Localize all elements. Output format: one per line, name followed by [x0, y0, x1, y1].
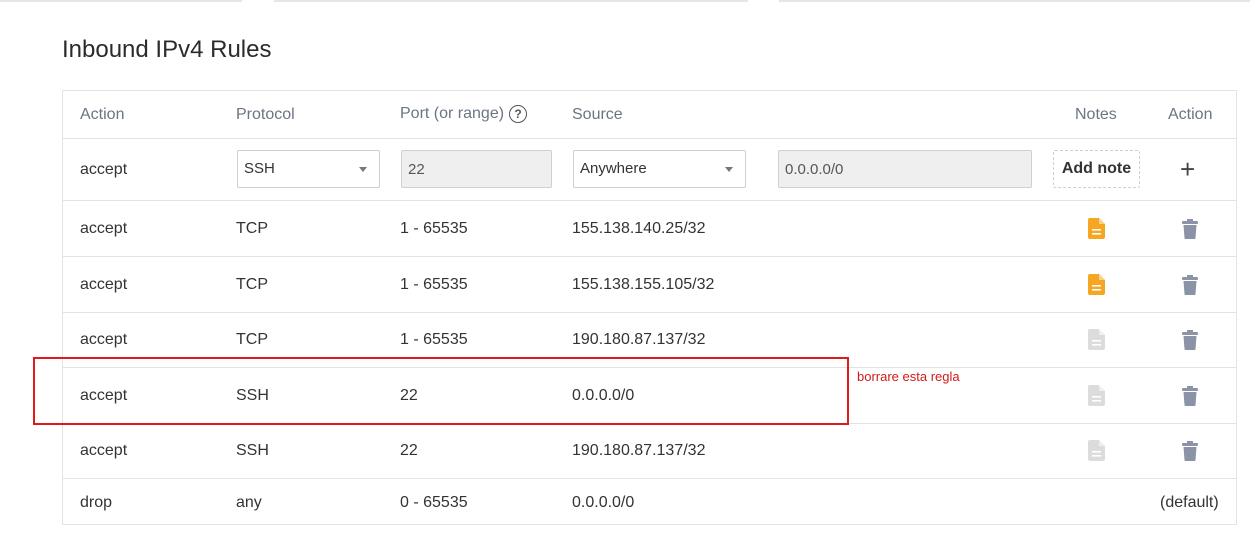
header-source: Source: [572, 106, 623, 123]
add-note-button[interactable]: Add note: [1053, 150, 1140, 188]
port-input[interactable]: 22: [401, 150, 552, 188]
table-row: accept TCP 1 - 65535 155.138.140.25/32: [63, 201, 1236, 257]
chevron-down-icon: [359, 167, 367, 172]
trash-icon[interactable]: [1182, 441, 1198, 466]
source-address-input[interactable]: 0.0.0.0/0: [778, 150, 1032, 188]
new-rule-row: accept SSH 22 Anywhere 0.0.0.0/0 Add not…: [63, 139, 1236, 201]
rules-table: Action Protocol Port (or range)? Source …: [62, 90, 1237, 525]
header-port-label: Port (or range): [400, 105, 505, 123]
top-tab-border-middle: [274, 0, 748, 2]
rule-protocol: SSH: [236, 387, 269, 404]
rule-port: 1 - 65535: [400, 276, 468, 293]
note-file-icon[interactable]: [1088, 329, 1105, 355]
note-file-icon[interactable]: [1088, 385, 1105, 411]
source-select-value: Anywhere: [580, 160, 647, 177]
rule-port: 22: [400, 387, 418, 404]
note-file-icon[interactable]: [1088, 440, 1105, 466]
help-icon[interactable]: ?: [509, 105, 528, 123]
trash-icon[interactable]: [1182, 275, 1198, 300]
port-input-value: 22: [408, 161, 425, 178]
rule-protocol: TCP: [236, 331, 268, 348]
rule-protocol: any: [236, 494, 262, 511]
header-port: Port (or range)?: [400, 105, 528, 123]
table-row: accept SSH 22 0.0.0.0/0: [63, 368, 1236, 424]
header-protocol: Protocol: [236, 106, 295, 123]
trash-icon[interactable]: [1182, 330, 1198, 355]
rule-source: 155.138.140.25/32: [572, 220, 706, 237]
header-notes: Notes: [1075, 106, 1117, 123]
rule-source: 155.138.155.105/32: [572, 276, 715, 293]
rule-protocol: TCP: [236, 220, 268, 237]
rule-protocol: TCP: [236, 276, 268, 293]
rule-source: 190.180.87.137/32: [572, 442, 706, 459]
protocol-select-value: SSH: [244, 160, 275, 177]
trash-icon[interactable]: [1182, 219, 1198, 244]
rule-action: accept: [80, 276, 128, 293]
rule-action: accept: [80, 220, 128, 237]
note-file-icon[interactable]: [1088, 274, 1105, 300]
rule-action: accept: [80, 387, 128, 404]
add-rule-button[interactable]: +: [1180, 156, 1195, 182]
source-select[interactable]: Anywhere: [573, 150, 746, 188]
rule-action: drop: [80, 494, 113, 511]
note-file-icon[interactable]: [1088, 218, 1105, 244]
table-row: accept SSH 22 190.180.87.137/32: [63, 424, 1236, 479]
default-rule-row: drop any 0 - 65535 0.0.0.0/0 (default): [63, 479, 1236, 525]
table-row: accept TCP 1 - 65535 190.180.87.137/32: [63, 313, 1236, 368]
rule-protocol: SSH: [236, 442, 269, 459]
header-action-col: Action: [1168, 106, 1213, 123]
rule-action: accept: [80, 442, 128, 459]
rule-source: 0.0.0.0/0: [572, 494, 635, 511]
protocol-select[interactable]: SSH: [237, 150, 380, 188]
annotation-text: borrare esta regla: [857, 369, 960, 384]
default-label: (default): [1160, 494, 1219, 511]
source-address-value: 0.0.0.0/0: [785, 161, 844, 178]
table-header-row: Action Protocol Port (or range)? Source …: [63, 91, 1236, 139]
rule-port: 1 - 65535: [400, 220, 468, 237]
rule-port: 22: [400, 442, 418, 459]
rule-action: accept: [80, 331, 128, 348]
new-rule-action: accept: [80, 161, 128, 178]
rule-source: 0.0.0.0/0: [572, 387, 635, 404]
rule-port: 1 - 65535: [400, 331, 468, 348]
trash-icon[interactable]: [1182, 386, 1198, 411]
top-tab-border-left: [0, 0, 242, 2]
top-tab-border-right: [779, 0, 1250, 2]
rule-port: 0 - 65535: [400, 494, 468, 511]
rule-source: 190.180.87.137/32: [572, 331, 706, 348]
chevron-down-icon: [725, 167, 733, 172]
table-row: accept TCP 1 - 65535 155.138.155.105/32: [63, 257, 1236, 313]
page-title: Inbound IPv4 Rules: [62, 36, 272, 63]
header-action: Action: [80, 106, 125, 123]
